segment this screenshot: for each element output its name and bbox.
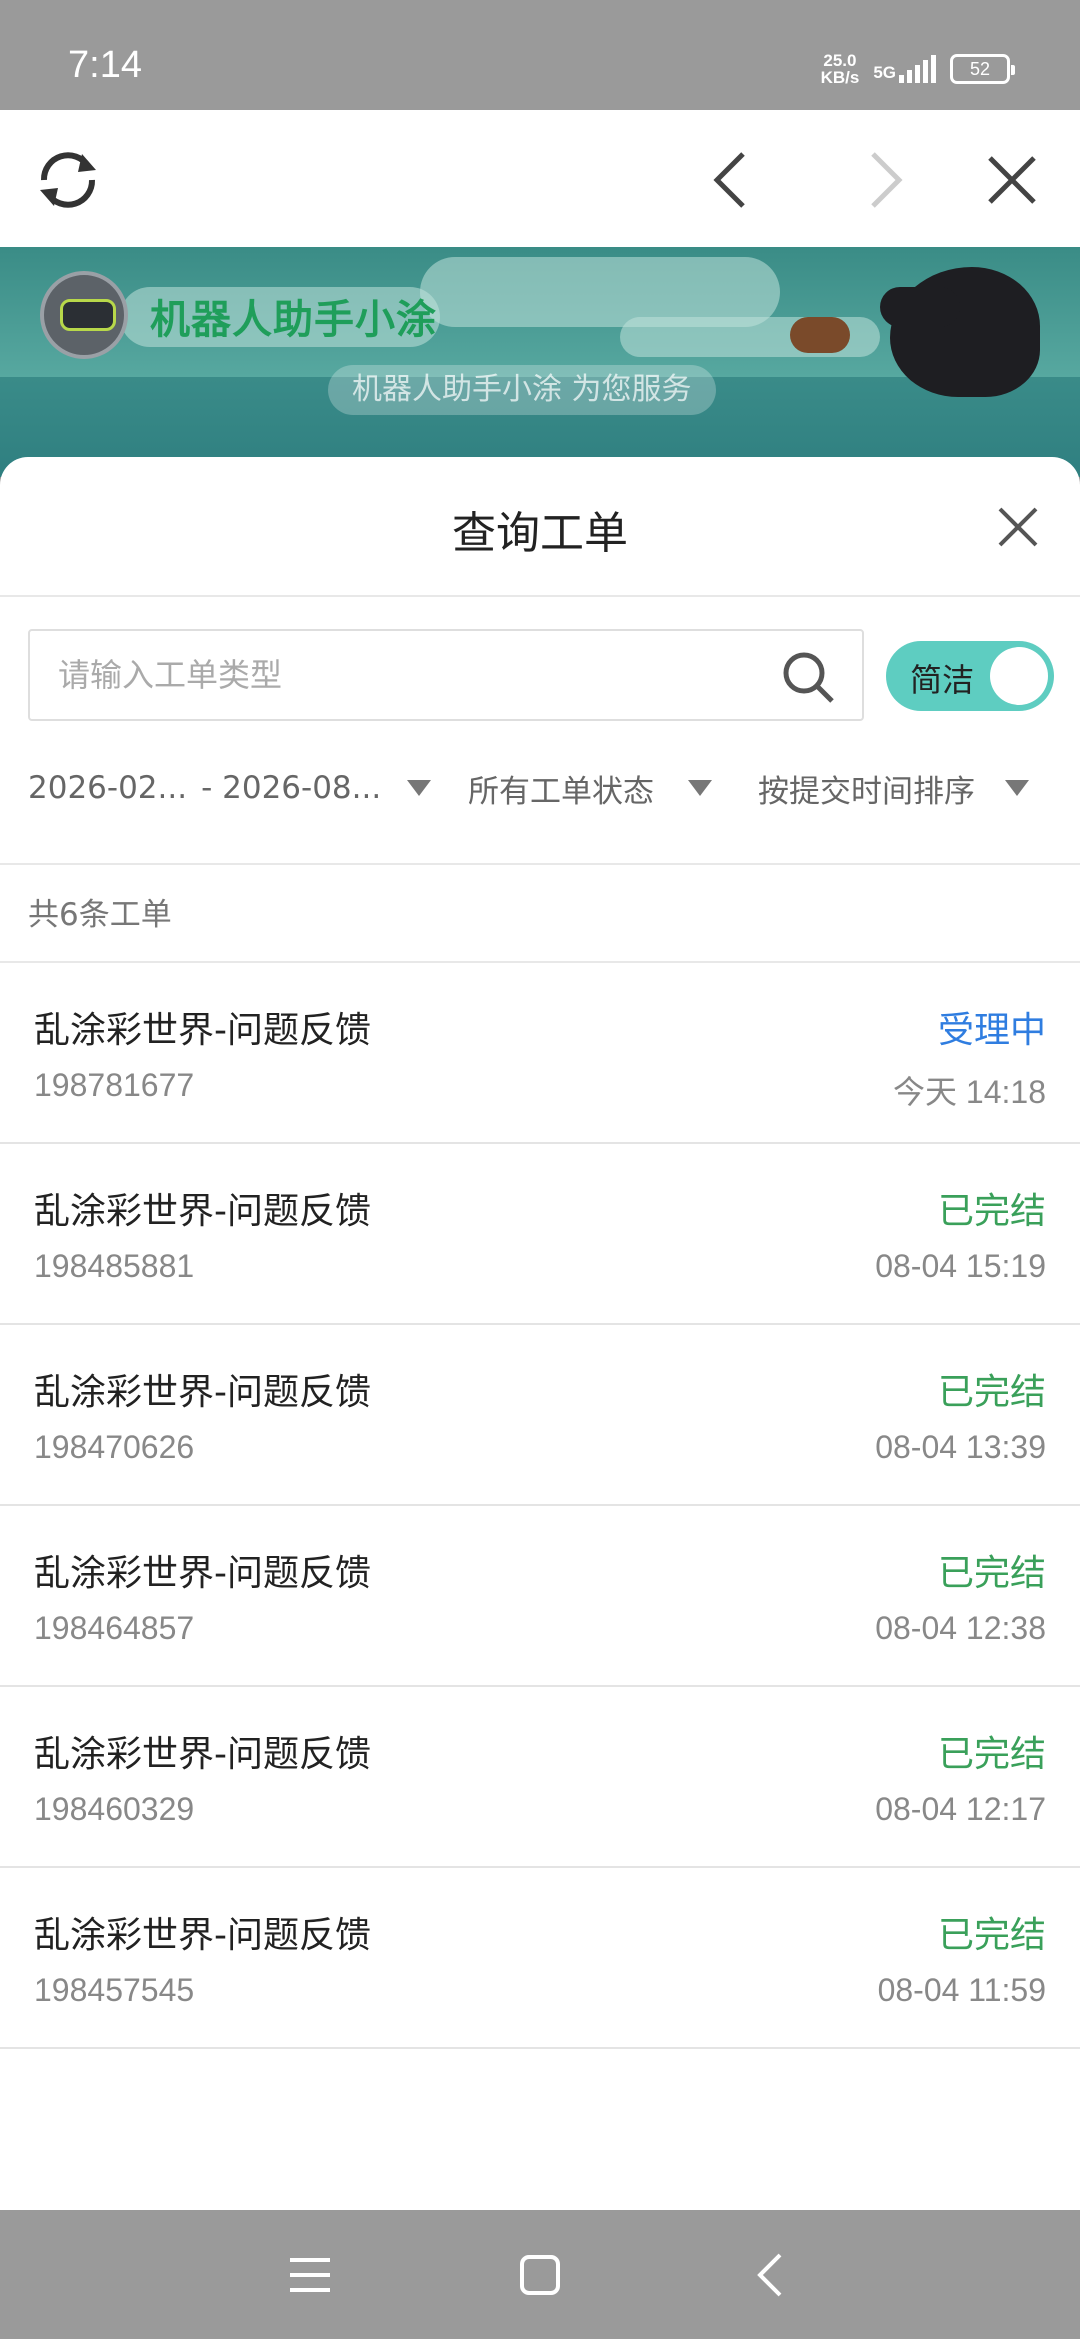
ticket-row[interactable]: 乱涂彩世界-问题反馈 198457545 已完结 08-04 11:59 xyxy=(0,1868,1080,2049)
status-indicators: 25.0 KB/s 5G 52 xyxy=(820,51,1015,87)
ticket-status: 已完结 xyxy=(937,1553,1046,1594)
search-box xyxy=(28,629,864,721)
close-icon[interactable] xyxy=(970,138,1054,222)
ticket-title: 乱涂彩世界-问题反馈 xyxy=(34,1553,371,1594)
network-speed: 25.0 KB/s xyxy=(820,51,860,87)
back-triangle-icon[interactable] xyxy=(730,2240,810,2310)
search-input[interactable] xyxy=(58,631,778,719)
ticket-status: 已完结 xyxy=(937,1915,1046,1956)
chevron-down-icon xyxy=(407,780,432,796)
sort-filter-label: 按提交时间排序 xyxy=(758,773,975,810)
ticket-row[interactable]: 乱涂彩世界-问题反馈 198781677 受理中今天 14:18 xyxy=(0,963,1080,1144)
ticket-time: 今天 14:18 xyxy=(893,1074,1046,1110)
ticket-row[interactable]: 乱涂彩世界-问题反馈 198464857 已完结 08-04 12:38 xyxy=(0,1506,1080,1687)
ticket-row[interactable]: 乱涂彩世界-问题反馈 198460329 已完结 08-04 12:17 xyxy=(0,1687,1080,1868)
filter-bar: 2026-02... - 2026-08... 所有工单状态 按提交时间排序 xyxy=(0,747,1080,829)
ticket-status: 已完结 xyxy=(937,1191,1046,1232)
ticket-title: 乱涂彩世界-问题反馈 xyxy=(34,1191,371,1232)
concise-toggle[interactable]: 简洁 xyxy=(886,641,1054,711)
banner-title: 机器人助手小涂 xyxy=(150,297,437,343)
ticket-time: 08-04 13:39 xyxy=(875,1429,1046,1465)
sheet-header: 查询工单 xyxy=(0,457,1080,597)
robot-avatar xyxy=(40,271,128,359)
forward-arrow-icon[interactable] xyxy=(844,138,928,222)
date-start: 2026-02... xyxy=(28,770,188,806)
home-square-icon[interactable] xyxy=(500,2240,580,2310)
ticket-id: 198470626 xyxy=(34,1429,195,1465)
ticket-time: 08-04 15:19 xyxy=(875,1248,1046,1284)
ticket-title: 乱涂彩世界-问题反馈 xyxy=(34,1915,371,1956)
ticket-status: 已完结 xyxy=(937,1734,1046,1775)
ticket-id: 198464857 xyxy=(34,1610,195,1646)
menu-icon[interactable] xyxy=(270,2240,350,2310)
date-end: - 2026-08... xyxy=(201,770,382,806)
ticket-id: 198485881 xyxy=(34,1248,195,1284)
battery-icon: 52 xyxy=(950,54,1015,84)
toggle-knob xyxy=(990,647,1048,705)
ticket-row[interactable]: 乱涂彩世界-问题反馈 198485881 已完结 08-04 15:19 xyxy=(0,1144,1080,1325)
ticket-title: 乱涂彩世界-问题反馈 xyxy=(34,1010,371,1051)
ticket-time: 08-04 12:38 xyxy=(875,1610,1046,1646)
close-icon xyxy=(998,507,1038,547)
ticket-query-sheet: 查询工单 简洁 2026-02... - 2026-08... 所有工单状态 按… xyxy=(0,457,1080,2210)
signal-icon: 5G xyxy=(873,55,936,83)
sheet-title: 查询工单 xyxy=(452,508,628,559)
ticket-time: 08-04 12:17 xyxy=(875,1791,1046,1827)
ticket-row[interactable]: 乱涂彩世界-问题反馈 198470626 已完结 08-04 13:39 xyxy=(0,1325,1080,1506)
chevron-down-icon xyxy=(688,780,712,796)
toggle-label: 简洁 xyxy=(910,661,975,699)
ticket-title: 乱涂彩世界-问题反馈 xyxy=(34,1734,371,1775)
ticket-id: 198460329 xyxy=(34,1791,195,1827)
ticket-title: 乱涂彩世界-问题反馈 xyxy=(34,1372,371,1413)
chevron-down-icon xyxy=(1005,780,1029,796)
sheet-close-button[interactable] xyxy=(986,495,1050,559)
status-filter-label: 所有工单状态 xyxy=(468,773,654,810)
search-icon[interactable] xyxy=(780,649,836,705)
status-filter[interactable]: 所有工单状态 xyxy=(468,747,712,829)
banner-subtitle: 机器人助手小涂 为您服务 xyxy=(328,365,716,415)
ticket-status: 受理中 xyxy=(937,1010,1046,1051)
system-nav-bar xyxy=(0,2210,1080,2339)
status-time: 7:14 xyxy=(68,44,142,86)
refresh-icon[interactable] xyxy=(26,138,110,222)
back-arrow-icon[interactable] xyxy=(688,138,772,222)
status-bar: 7:14 25.0 KB/s 5G 52 xyxy=(0,0,1080,110)
raccoon-mascot xyxy=(790,317,850,353)
sort-filter[interactable]: 按提交时间排序 xyxy=(758,747,1029,829)
browser-toolbar xyxy=(0,110,1080,247)
divider xyxy=(0,863,1080,865)
ticket-id: 198781677 xyxy=(34,1067,195,1103)
ticket-status: 已完结 xyxy=(937,1372,1046,1413)
ticket-id: 198457545 xyxy=(34,1972,195,2008)
assistant-banner: 机器人助手小涂 机器人助手小涂 为您服务 xyxy=(0,247,1080,477)
ticket-count: 共6条工单 xyxy=(28,897,172,933)
date-range-filter[interactable]: 2026-02... - 2026-08... xyxy=(28,747,432,829)
ticket-time: 08-04 11:59 xyxy=(877,1972,1046,2008)
